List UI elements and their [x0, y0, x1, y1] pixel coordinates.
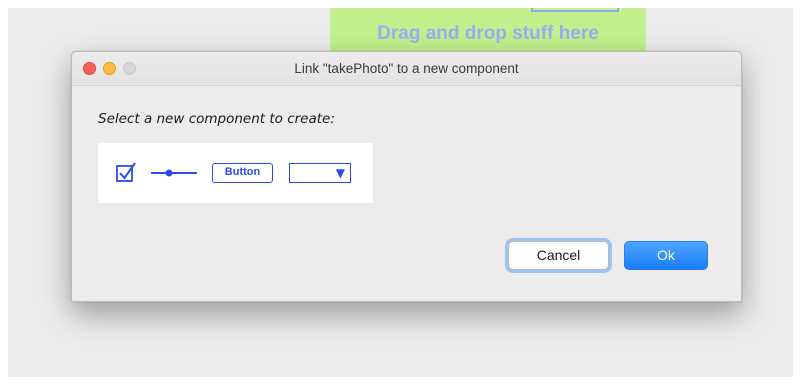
ok-button[interactable]: Ok — [624, 241, 708, 270]
drop-zone-label: Drag and drop stuff here — [377, 23, 599, 44]
dropdown-arrow-icon: ▼ — [335, 166, 345, 180]
checkbox-component-option[interactable] — [115, 161, 137, 183]
dialog-title: Link "takePhoto" to a new component — [294, 61, 519, 76]
component-prompt: Select a new component to create: — [98, 111, 335, 127]
button-component-option[interactable]: Button — [212, 163, 273, 183]
cancel-button[interactable]: Cancel — [508, 241, 609, 270]
checkbox-checked-icon — [116, 162, 136, 182]
drop-zone-placeholder-frame — [531, 8, 619, 12]
dialog-titlebar[interactable]: Link "takePhoto" to a new component — [72, 52, 741, 86]
slider-icon — [151, 169, 197, 177]
dropdown-component-option[interactable]: ▼ — [289, 163, 351, 183]
slider-component-option[interactable] — [150, 165, 198, 179]
link-component-dialog: Link "takePhoto" to a new component Sele… — [71, 51, 742, 302]
component-palette: Button ▼ — [98, 143, 373, 203]
